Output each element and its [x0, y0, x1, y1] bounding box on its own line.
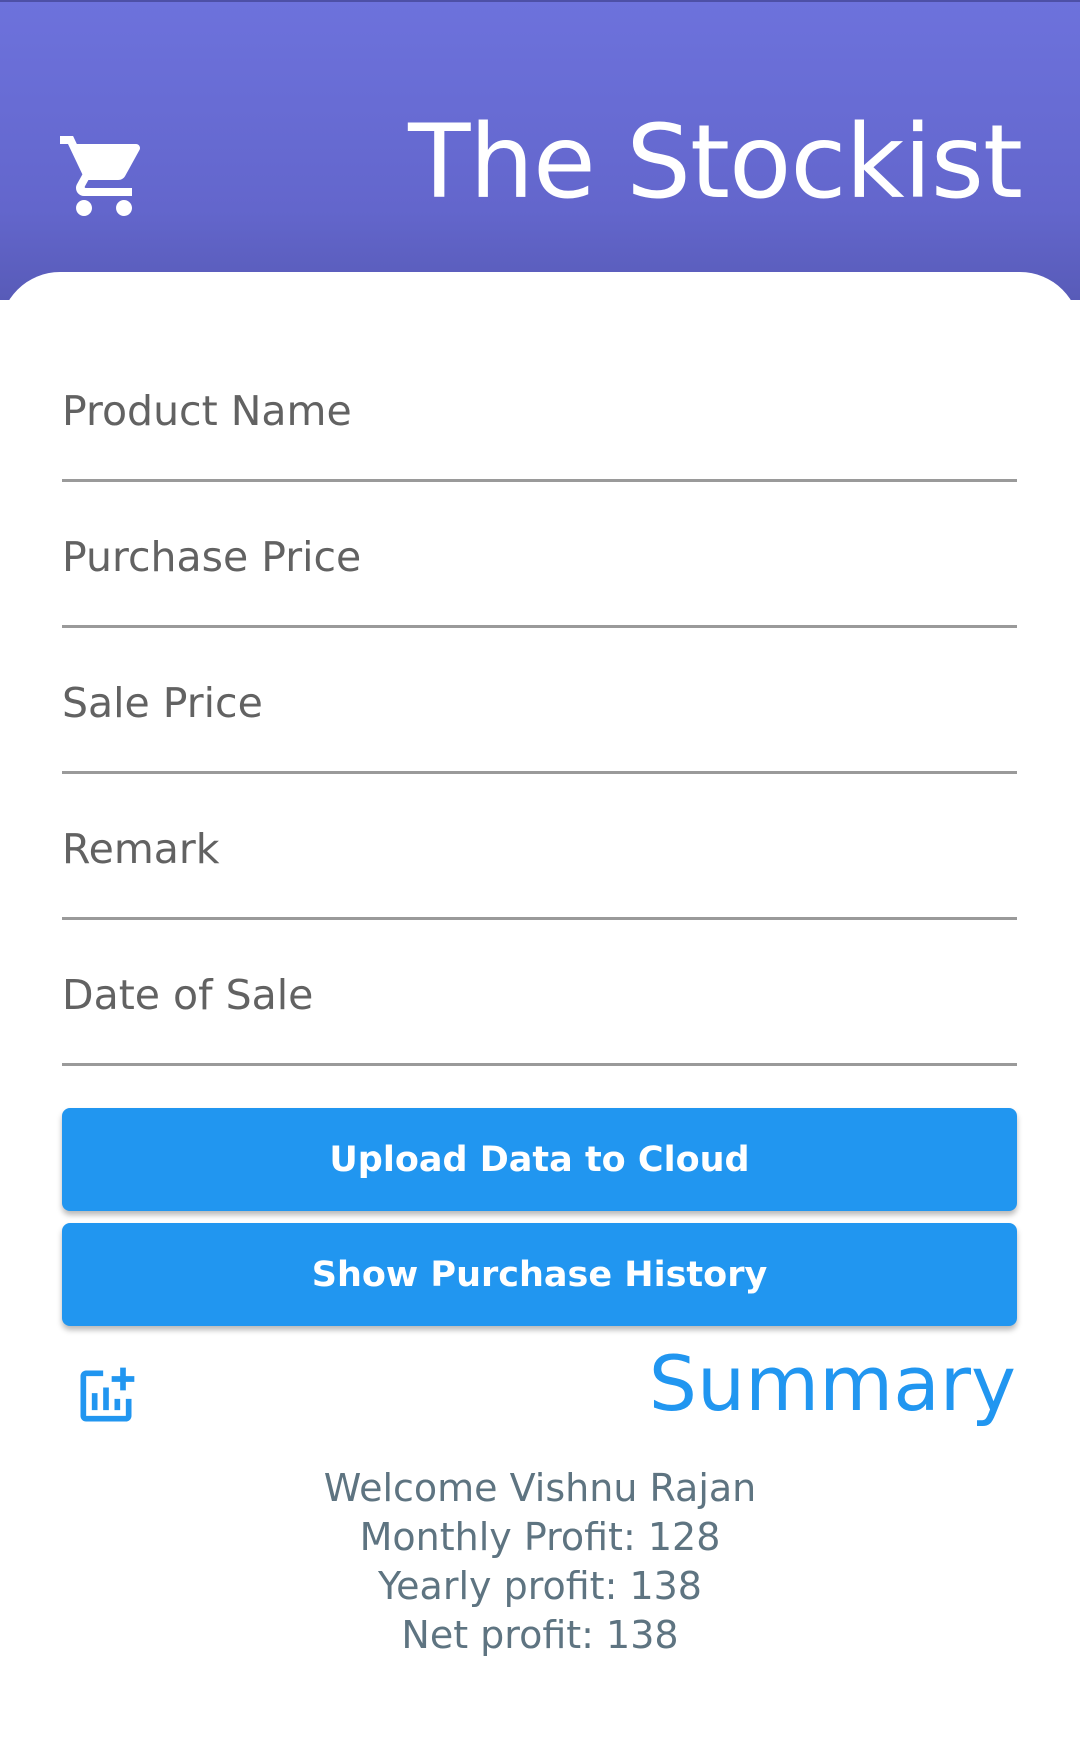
net-profit-text: Net profit: 138: [401, 1613, 679, 1657]
purchase-price-field: [62, 482, 1017, 628]
remark-field: [62, 774, 1017, 920]
app-header: The Stockist: [0, 0, 1080, 300]
product-name-input[interactable]: [62, 336, 1017, 479]
app-title: The Stockist: [408, 103, 1023, 222]
summary-title: Summary: [648, 1339, 1016, 1428]
welcome-text: Welcome Vishnu Rajan: [323, 1466, 757, 1510]
date-of-sale-input[interactable]: [62, 920, 1017, 1063]
purchase-price-input[interactable]: [62, 482, 1017, 625]
monthly-profit-text: Monthly Profit: 128: [359, 1515, 721, 1559]
summary-details: Welcome Vishnu Rajan Monthly Profit: 128…: [0, 1464, 1080, 1660]
product-name-field: [62, 336, 1017, 482]
show-purchase-history-button[interactable]: Show Purchase History: [62, 1223, 1017, 1326]
sale-price-field: [62, 628, 1017, 774]
add-chart-icon[interactable]: [72, 1362, 140, 1430]
shopping-cart-icon[interactable]: [56, 128, 152, 224]
upload-data-button[interactable]: Upload Data to Cloud: [62, 1108, 1017, 1211]
date-of-sale-field: [62, 920, 1017, 1066]
sale-price-input[interactable]: [62, 628, 1017, 771]
yearly-profit-text: Yearly profit: 138: [378, 1564, 702, 1608]
remark-input[interactable]: [62, 774, 1017, 917]
